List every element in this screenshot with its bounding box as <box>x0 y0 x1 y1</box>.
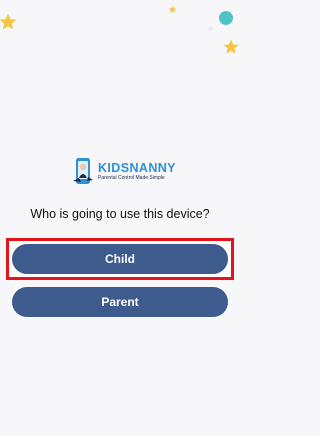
teal-dot-icon <box>219 11 233 25</box>
parent-button[interactable]: Parent <box>12 287 228 317</box>
star-icon <box>168 5 177 13</box>
device-user-question: Who is going to use this device? <box>30 207 210 221</box>
kidsnanny-logo-icon <box>73 158 93 184</box>
star-icon <box>223 39 239 54</box>
app-logo: KIDSNANNY Parental Control Made Simple <box>73 155 203 189</box>
small-dot-icon <box>208 26 213 31</box>
child-button[interactable]: Child <box>12 244 228 274</box>
star-icon <box>0 13 17 30</box>
brand-name: KIDSNANNY <box>98 161 176 175</box>
brand-tagline: Parental Control Made Simple <box>98 175 165 181</box>
